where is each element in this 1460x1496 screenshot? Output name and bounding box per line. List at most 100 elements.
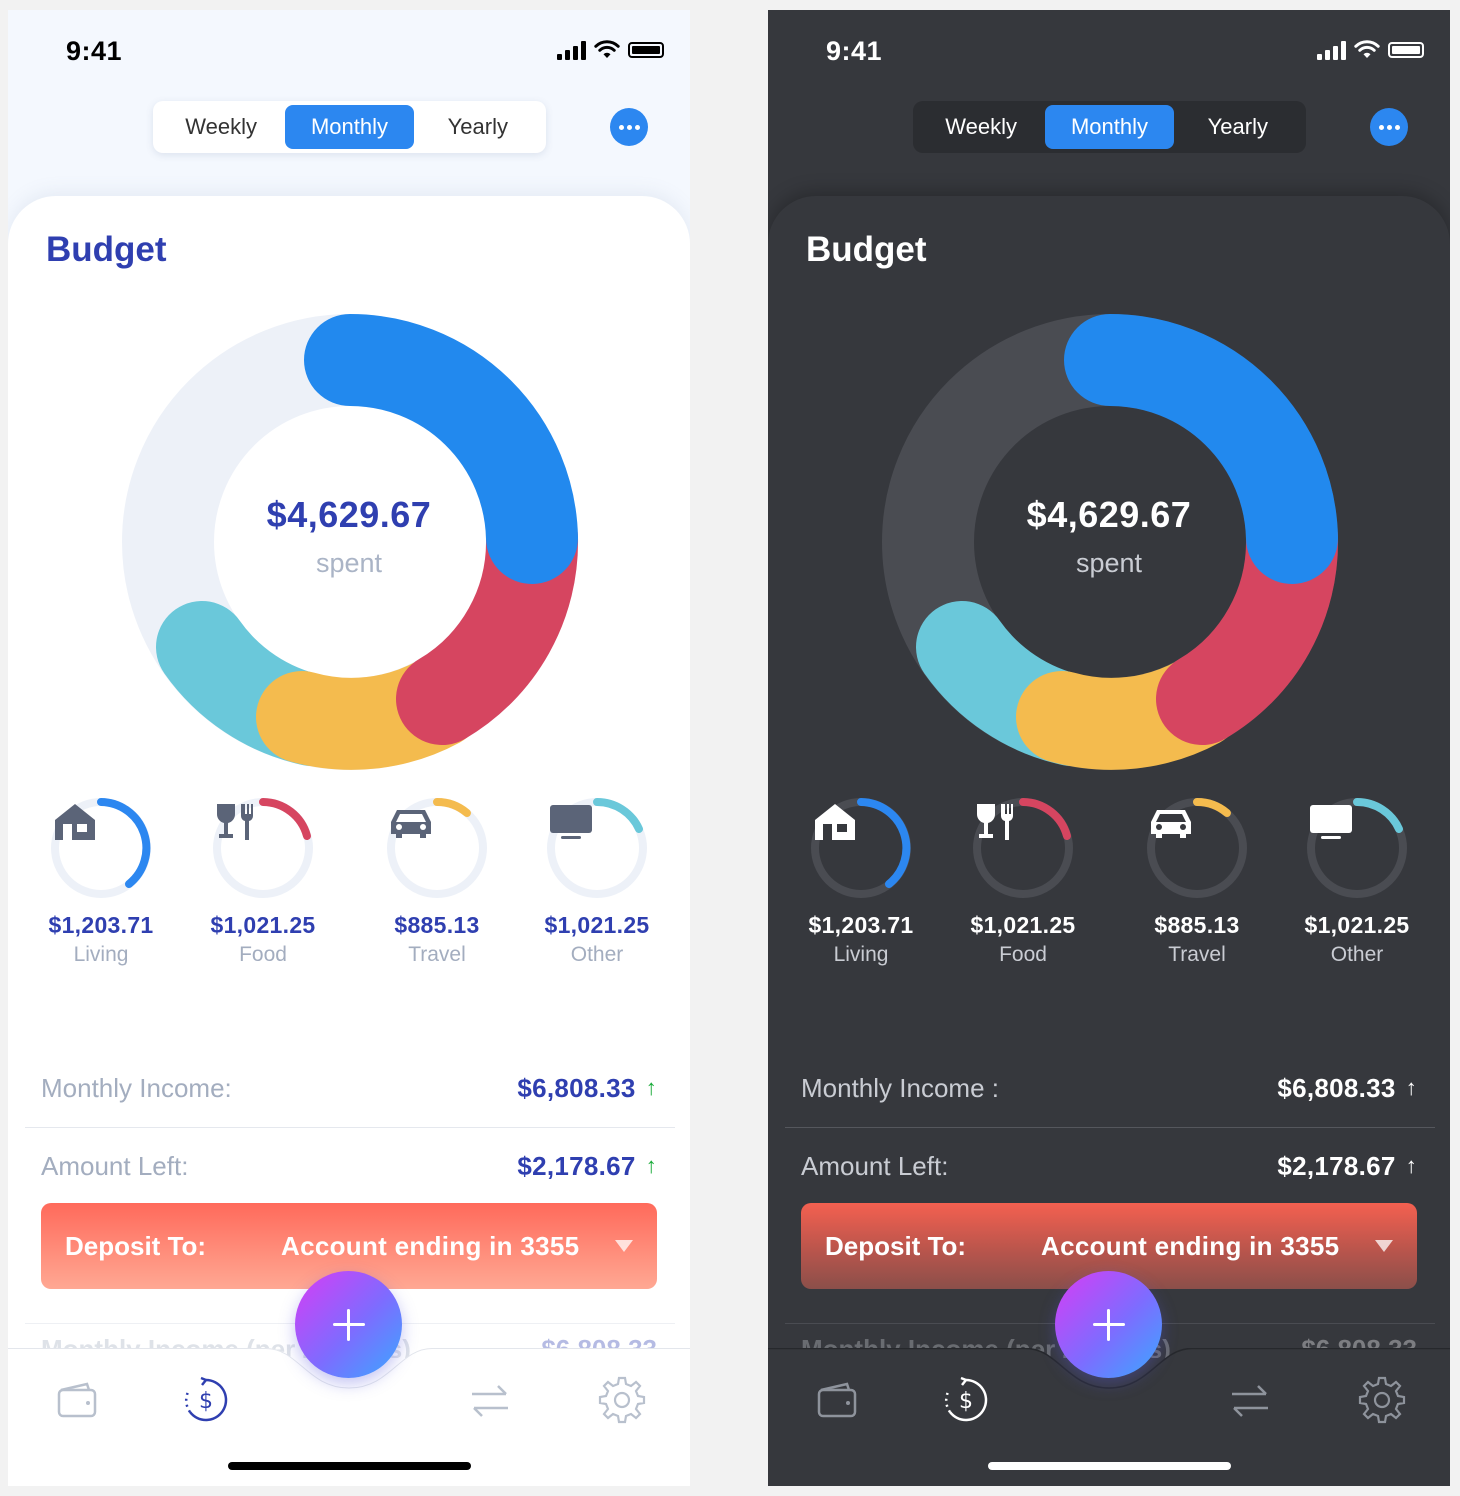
- category-amount: $1,203.71: [48, 912, 154, 938]
- category-living[interactable]: $1,203.71 Living: [26, 796, 176, 967]
- arrow-up-icon: ↑: [645, 1075, 657, 1100]
- total-spent-amount: $4,629.67: [1026, 494, 1192, 535]
- svg-text:$: $: [199, 1389, 213, 1414]
- more-options-button[interactable]: [1370, 108, 1408, 146]
- divider: [785, 1127, 1435, 1128]
- more-options-button[interactable]: [610, 108, 648, 146]
- category-label: Other: [570, 943, 624, 966]
- deposit-account-value: Account ending in 3355: [281, 1230, 580, 1261]
- period-selector: Weekly Monthly Yearly: [153, 101, 546, 153]
- spent-caption: spent: [1075, 548, 1143, 578]
- category-other[interactable]: $1,021.25 Other: [1282, 796, 1432, 967]
- phone-dark-theme: 9:41 Weekly Monthly Yearly Budget $4,629…: [768, 10, 1450, 1486]
- tab-monthly[interactable]: Monthly: [285, 105, 414, 149]
- monitor-icon: [550, 805, 592, 839]
- cellular-signal-icon: [557, 40, 586, 60]
- status-time: 9:41: [826, 36, 883, 66]
- transfer-icon[interactable]: [466, 1376, 514, 1424]
- amount-left-row: Amount Left: $2,178.67 ↑: [41, 1146, 657, 1186]
- category-label: Food: [999, 943, 1047, 966]
- tab-yearly[interactable]: Yearly: [1174, 105, 1302, 149]
- category-travel[interactable]: $885.13 Travel: [362, 796, 512, 967]
- wine-fork-icon: [216, 804, 254, 840]
- budget-title: Budget: [806, 230, 927, 269]
- category-amount: $1,021.25: [210, 912, 316, 938]
- category-amount: $885.13: [394, 912, 480, 938]
- category-amount: $1,203.71: [808, 912, 914, 938]
- home-indicator: [228, 1462, 471, 1470]
- spent-caption: spent: [315, 548, 383, 578]
- amount-left-label: Amount Left:: [41, 1150, 189, 1181]
- add-transaction-button[interactable]: [295, 1271, 402, 1378]
- arrow-up-icon: ↑: [1405, 1075, 1417, 1100]
- total-spent-amount: $4,629.67: [266, 494, 432, 535]
- history-dollar-icon[interactable]: $: [942, 1376, 990, 1424]
- tab-monthly[interactable]: Monthly: [1045, 105, 1174, 149]
- history-dollar-icon[interactable]: $: [182, 1376, 230, 1424]
- category-label: Living: [73, 943, 129, 966]
- amount-left-value: $2,178.67 ↑: [517, 1151, 657, 1182]
- status-icons: [1317, 40, 1424, 60]
- home-indicator: [988, 1462, 1231, 1470]
- category-food[interactable]: $1,021.25 Food: [188, 796, 338, 967]
- amount-left-value: $2,178.67 ↑: [1277, 1151, 1417, 1182]
- deposit-label: Deposit To:: [65, 1230, 207, 1261]
- transfer-icon[interactable]: [1226, 1376, 1274, 1424]
- svg-text:$: $: [959, 1389, 973, 1414]
- car-icon: [1151, 810, 1191, 838]
- chevron-down-icon: [615, 1240, 633, 1252]
- battery-icon: [1388, 42, 1424, 58]
- category-other[interactable]: $1,021.25 Other: [522, 796, 672, 967]
- category-amount: $1,021.25: [544, 912, 650, 938]
- gear-icon[interactable]: [598, 1376, 646, 1424]
- cellular-signal-icon: [1317, 40, 1346, 60]
- category-label: Living: [833, 943, 889, 966]
- divider: [25, 1127, 675, 1128]
- amount-left-amount: $2,178.67: [517, 1150, 636, 1181]
- monthly-income-amount: $6,808.33: [517, 1072, 636, 1103]
- tab-weekly[interactable]: Weekly: [917, 105, 1045, 149]
- deposit-label: Deposit To:: [825, 1230, 967, 1261]
- category-label: Other: [1330, 943, 1384, 966]
- arrow-up-icon: ↑: [645, 1153, 657, 1178]
- amount-left-label: Amount Left:: [801, 1150, 949, 1181]
- category-amount: $1,021.25: [970, 912, 1076, 938]
- car-icon: [391, 810, 431, 838]
- category-amount: $885.13: [1154, 912, 1240, 938]
- house-icon: [55, 804, 95, 840]
- plus-icon: [1092, 1308, 1125, 1341]
- monitor-icon: [1310, 805, 1352, 839]
- wifi-icon: [1354, 40, 1380, 58]
- category-travel[interactable]: $885.13 Travel: [1122, 796, 1272, 967]
- wifi-icon: [594, 40, 620, 58]
- deposit-account-value: Account ending in 3355: [1041, 1230, 1340, 1261]
- wine-fork-icon: [976, 804, 1014, 840]
- monthly-income-label: Monthly Income :: [801, 1072, 999, 1103]
- tab-weekly[interactable]: Weekly: [157, 105, 285, 149]
- wallet-icon[interactable]: [53, 1376, 101, 1424]
- gear-icon[interactable]: [1358, 1376, 1406, 1424]
- monthly-income-value: $6,808.33 ↑: [1277, 1073, 1417, 1104]
- amount-left-row: Amount Left: $2,178.67 ↑: [801, 1146, 1417, 1186]
- monthly-income-amount: $6,808.33: [1277, 1072, 1396, 1103]
- category-food[interactable]: $1,021.25 Food: [948, 796, 1098, 967]
- house-icon: [815, 804, 855, 840]
- category-label: Travel: [408, 943, 466, 966]
- category-amount: $1,021.25: [1304, 912, 1410, 938]
- period-selector: Weekly Monthly Yearly: [913, 101, 1306, 153]
- category-label: Food: [239, 943, 287, 966]
- status-time: 9:41: [66, 36, 123, 66]
- add-transaction-button[interactable]: [1055, 1271, 1162, 1378]
- status-icons: [557, 40, 664, 60]
- arrow-up-icon: ↑: [1405, 1153, 1417, 1178]
- battery-icon: [628, 42, 664, 58]
- category-label: Travel: [1168, 943, 1226, 966]
- tab-yearly[interactable]: Yearly: [414, 105, 542, 149]
- monthly-income-row: Monthly Income: $6,808.33 ↑: [41, 1068, 657, 1108]
- plus-icon: [332, 1308, 365, 1341]
- amount-left-amount: $2,178.67: [1277, 1150, 1396, 1181]
- category-living[interactable]: $1,203.71 Living: [786, 796, 936, 967]
- budget-donut-chart: [122, 314, 579, 770]
- budget-donut-chart: [882, 314, 1339, 770]
- wallet-icon[interactable]: [813, 1376, 861, 1424]
